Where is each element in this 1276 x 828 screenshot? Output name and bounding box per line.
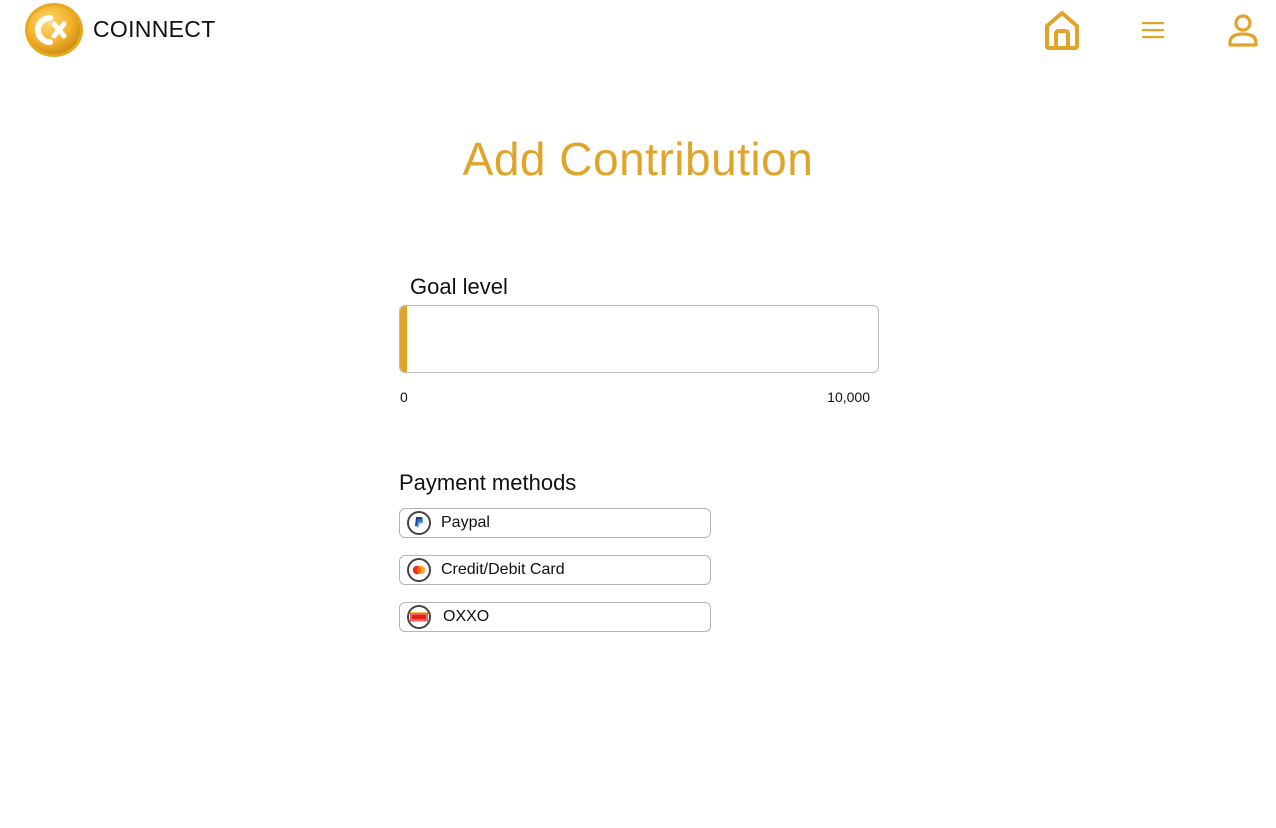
payment-option-label: Credit/Debit Card: [441, 561, 565, 578]
payment-option-paypal[interactable]: Paypal: [399, 508, 711, 538]
payment-option-label: OXXO: [443, 608, 490, 625]
paypal-icon: [407, 511, 431, 535]
payment-methods-label: Payment methods: [399, 470, 577, 495]
page-title: Add Contribution: [462, 133, 814, 185]
payment-option-label: Paypal: [441, 514, 490, 531]
goal-level-label: Goal level: [410, 274, 508, 299]
profile-icon[interactable]: [1225, 12, 1261, 48]
brand-name: COINNECT: [93, 16, 216, 42]
goal-progress-bar: [399, 305, 879, 373]
goal-progress-fill: [400, 306, 408, 372]
home-icon[interactable]: [1040, 8, 1084, 52]
menu-icon[interactable]: [1138, 18, 1168, 42]
oxxo-icon: [407, 605, 431, 629]
goal-max-label: 10,000: [827, 389, 870, 405]
mastercard-icon: [407, 558, 431, 582]
goal-min-label: 0: [400, 389, 408, 405]
payment-option-oxxo[interactable]: OXXO: [399, 602, 711, 632]
coinnect-logo[interactable]: [24, 2, 84, 58]
payment-option-card[interactable]: Credit/Debit Card: [399, 555, 711, 585]
app-header: COINNECT: [0, 0, 1276, 62]
